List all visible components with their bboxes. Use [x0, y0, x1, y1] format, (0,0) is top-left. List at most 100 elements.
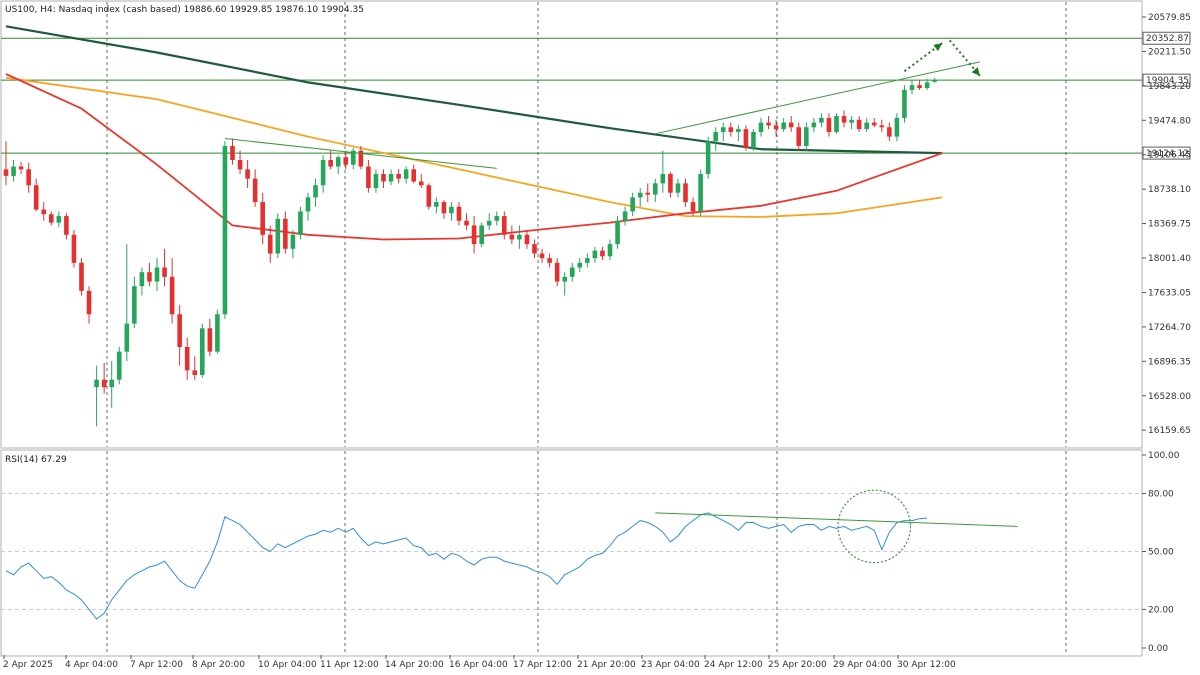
candle-body	[705, 141, 711, 175]
candle-body	[932, 80, 937, 82]
candle-body	[660, 174, 666, 184]
candle-body	[335, 157, 341, 167]
candle-body	[434, 202, 439, 207]
candle-body	[305, 197, 311, 212]
candle-body	[56, 216, 62, 223]
moving-average-line	[5, 76, 943, 218]
candle-body	[592, 250, 598, 259]
candle-body	[109, 379, 114, 388]
candle-body	[781, 122, 786, 130]
candle-body	[3, 169, 9, 176]
chart: 20352.8719904.3519124.1220579.8520211.50…	[0, 0, 1191, 670]
time-tick-label: 30 Apr 12:00	[897, 660, 956, 670]
candle-body	[154, 267, 160, 282]
candle-body	[585, 258, 590, 263]
candle-body	[456, 206, 462, 221]
candle-body	[909, 85, 915, 90]
rsi-series	[5, 489, 1018, 620]
candle-body	[71, 234, 77, 263]
candle-body	[252, 178, 258, 203]
time-tick-label: 16 Apr 04:00	[449, 660, 508, 670]
candle-body	[600, 250, 605, 257]
candle-body	[683, 183, 688, 203]
candle-body	[819, 117, 824, 123]
candle-body	[894, 117, 900, 137]
candle-body	[283, 218, 288, 249]
price-tick-label: 16896.35	[1148, 357, 1191, 367]
candle-body	[728, 127, 734, 132]
candle-body	[826, 117, 832, 132]
rsi-tick-label: 20.00	[1148, 605, 1174, 615]
price-axis: 20352.8719904.3519124.1220579.8520211.50…	[1142, 13, 1191, 436]
candle-body	[328, 159, 333, 167]
candle-body	[811, 122, 817, 128]
vertical-gridlines	[106, 2, 1067, 655]
candle-body	[260, 202, 265, 235]
candle-body	[290, 234, 296, 249]
candle-body	[139, 272, 145, 287]
price-tick-label: 17633.05	[1148, 288, 1191, 298]
rsi-tick-label: 0.00	[1148, 644, 1168, 654]
candle-body	[720, 127, 726, 132]
price-tick-label: 20579.85	[1148, 13, 1191, 23]
candle-body	[486, 220, 492, 226]
time-tick-label: 11 Apr 12:00	[320, 660, 379, 670]
candle-body	[26, 169, 31, 186]
rsi-axis: 100.00 80.00 50.00 20.00 0.00	[1142, 451, 1180, 654]
candle-body	[275, 218, 281, 254]
candle-body	[426, 185, 432, 207]
candle-body	[879, 125, 885, 128]
candle-body	[471, 225, 477, 245]
candle-body	[101, 379, 107, 388]
chart-header: US100, H4: Nasdaq index (cash based) 198…	[5, 5, 364, 15]
candle-body	[169, 276, 175, 315]
candle-body	[215, 314, 220, 352]
candle-body	[177, 314, 182, 347]
candle-body	[192, 370, 198, 376]
candle-body	[532, 244, 537, 254]
candle-body	[547, 258, 552, 263]
candle-body	[841, 116, 847, 123]
rsi-highlight-circle	[837, 489, 912, 564]
candle-body	[524, 234, 530, 245]
candle-body	[222, 145, 228, 315]
candle-body	[539, 253, 545, 259]
time-tick-label: 10 Apr 04:00	[258, 660, 317, 670]
candle-body	[162, 267, 167, 277]
candle-body	[41, 209, 47, 215]
time-tick-label: 25 Apr 20:00	[768, 660, 827, 670]
candle-body	[298, 211, 303, 235]
price-tick-label: 19106.45	[1148, 151, 1191, 161]
candle-body	[124, 323, 130, 352]
candle-body	[464, 220, 469, 226]
candle-body	[94, 379, 99, 388]
candle-body	[237, 159, 243, 170]
candle-body	[64, 216, 69, 235]
candle-body	[388, 174, 394, 182]
candle-body	[449, 206, 454, 214]
rsi-line	[5, 512, 928, 620]
rsi-tick-label: 80.00	[1148, 490, 1174, 500]
price-tick-label: 16159.65	[1148, 426, 1191, 436]
candle-body	[698, 174, 703, 212]
candles	[3, 77, 937, 427]
candle-body	[917, 85, 922, 89]
candle-body	[622, 211, 628, 221]
candle-body	[366, 166, 371, 189]
candle-body	[418, 181, 424, 186]
time-tick-label: 7 Apr 12:00	[130, 660, 183, 670]
candle-body	[864, 122, 869, 130]
candle-body	[668, 174, 673, 193]
candle-body	[207, 328, 213, 352]
price-trend-line	[655, 61, 981, 135]
candle-body	[517, 234, 522, 240]
candle-body	[79, 262, 84, 291]
time-tick-label: 17 Apr 12:00	[513, 660, 572, 670]
candle-body	[132, 286, 137, 324]
candle-body	[245, 169, 250, 179]
candle-body	[675, 183, 681, 193]
candle-body	[856, 119, 862, 130]
candle-body	[902, 89, 907, 118]
candle-body	[373, 174, 379, 189]
candle-body	[751, 131, 756, 148]
